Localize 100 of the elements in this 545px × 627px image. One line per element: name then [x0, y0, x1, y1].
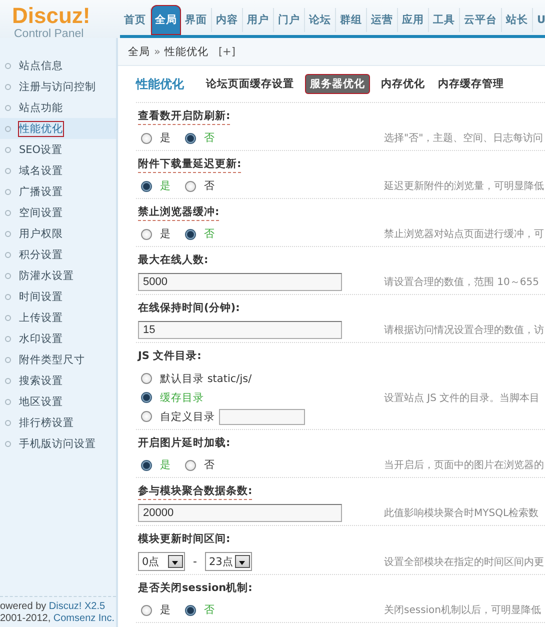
breadcrumb-item[interactable]: 全局 [128, 44, 150, 58]
sidebar-item[interactable]: 积分设置 [18, 246, 64, 262]
setting-label: 附件下载量延迟更新: [138, 157, 242, 173]
dropdown[interactable]: 0点 [138, 552, 185, 571]
nav-tab[interactable]: 界面 [181, 8, 212, 32]
setting-hint: 此值影响模块聚合时MYSQL检索数 [384, 506, 540, 520]
sidebar-item[interactable]: 域名设置 [18, 162, 64, 178]
bullet-icon [5, 126, 11, 132]
nav-tab[interactable]: 云平台 [460, 8, 502, 32]
setting-hint: 设置站点 JS 文件的目录。当脚本目 [384, 392, 541, 404]
setting-label: 参与模块聚合数据条数: [138, 484, 252, 500]
nav-tab[interactable]: 论坛 [305, 8, 336, 32]
nav-tab[interactable]: 群组 [336, 8, 367, 32]
nav-tab[interactable]: 门户 [274, 8, 305, 32]
sidebar-item[interactable]: 防灌水设置 [18, 268, 75, 284]
setting-label: 开启图片延时加载: [138, 436, 230, 451]
bullet-icon [5, 62, 11, 68]
sidebar-item[interactable]: 站点信息 [18, 58, 64, 74]
footer-text: owered by Discuz! X2.5 [0, 601, 106, 613]
sidebar-item[interactable]: 注册与访问控制 [18, 78, 97, 94]
setting-label: 模块更新时间区间: [138, 532, 230, 547]
nav-tab[interactable]: 站长 [502, 8, 533, 32]
footer-link[interactable]: Comsenz Inc. [53, 613, 115, 624]
sub-tab[interactable]: 论坛页面缓存设置 [204, 74, 296, 94]
radio-button[interactable] [185, 228, 196, 240]
bullet-icon [5, 188, 11, 194]
setting-hint: 请根据访问情况设置合理的数值，访 [384, 324, 544, 337]
sidebar-item[interactable]: 附件类型尺寸 [18, 352, 86, 368]
sidebar-item[interactable]: SEO设置 [18, 142, 64, 158]
radio-button[interactable] [141, 373, 152, 384]
page-title: 性能优化 [136, 76, 184, 92]
option-label: 是 [160, 179, 171, 193]
bullet-icon [5, 420, 11, 426]
sidebar-item[interactable]: 排行榜设置 [18, 414, 75, 430]
sidebar-item[interactable]: 地区设置 [18, 394, 64, 410]
bullet-icon [5, 230, 11, 236]
nav-tab[interactable]: 运营 [367, 8, 398, 32]
nav-tab[interactable]: U [533, 8, 545, 32]
nav-tab[interactable]: 应用 [398, 8, 429, 32]
bullet-icon [5, 210, 11, 216]
radio-button[interactable] [141, 392, 152, 403]
setting-label: 查看数开启防刷新: [138, 109, 230, 125]
setting-label: 是否关闭session机制: [138, 581, 252, 596]
option-label: 否 [204, 179, 215, 193]
add-shortcut-link[interactable]: [+] [218, 46, 236, 58]
sub-tab[interactable]: 服务器优化 [305, 74, 370, 94]
sidebar-item[interactable]: 站点功能 [18, 100, 64, 116]
input-field[interactable]: 20000 [138, 504, 342, 522]
option-label: 默认目录 static/js/ [160, 372, 252, 386]
sidebar-item[interactable]: 搜索设置 [18, 372, 64, 388]
radio-button[interactable] [185, 460, 196, 470]
sidebar-item[interactable]: 手机版访问设置 [18, 436, 97, 452]
sidebar-item[interactable]: 用户权限 [18, 226, 64, 242]
bullet-icon [5, 378, 11, 384]
sidebar-item[interactable]: 水印设置 [18, 330, 64, 346]
radio-button[interactable] [141, 180, 152, 192]
sidebar-item[interactable]: 空间设置 [18, 204, 64, 220]
input-field[interactable] [219, 408, 305, 424]
footer-link[interactable]: Discuz! X2.5 [48, 601, 106, 612]
setting-label: 禁止浏览器缓冲: [138, 205, 220, 221]
nav-tab[interactable]: 用户 [243, 8, 274, 32]
logo-subtitle: Control Panel [14, 28, 84, 40]
radio-button[interactable] [185, 604, 196, 616]
setting-label: 在线保持时间(分钟): [138, 301, 240, 316]
option-label: 否 [204, 131, 215, 145]
option-label: 自定义目录 [160, 410, 215, 424]
setting-hint: 设置全部模块在指定的时间区间内更 [384, 556, 544, 568]
bullet-icon [5, 84, 11, 90]
input-field[interactable]: 15 [138, 321, 342, 339]
setting-hint: 选择"否"，主题、空间、日志每访问 [384, 132, 544, 145]
sub-tab[interactable]: 内存缓存管理 [436, 74, 506, 94]
nav-tab[interactable]: 全局 [151, 5, 181, 35]
radio-button[interactable] [141, 604, 152, 616]
input-field[interactable]: 5000 [138, 273, 342, 291]
setting-hint: 延迟更新附件的浏览量，可明显降低 [384, 180, 544, 193]
sub-tab[interactable]: 内存优化 [379, 74, 427, 94]
bullet-icon [5, 168, 11, 174]
bullet-icon [5, 294, 11, 300]
sidebar-item[interactable]: 上传设置 [18, 310, 64, 326]
setting-label: 最大在线人数: [138, 253, 208, 268]
radio-button[interactable] [185, 180, 196, 192]
setting-hint: 禁止浏览器对站点页面进行缓冲，可 [384, 228, 544, 241]
nav-tab[interactable]: 内容 [212, 8, 243, 32]
bullet-icon [5, 336, 11, 342]
sidebar-item[interactable]: 时间设置 [18, 288, 64, 304]
option-label: 否 [204, 458, 215, 472]
sidebar-item[interactable]: 广播设置 [18, 184, 64, 200]
radio-button[interactable] [141, 460, 152, 470]
breadcrumb-item[interactable]: 性能优化 [164, 44, 208, 58]
radio-button[interactable] [141, 132, 152, 144]
sidebar-item[interactable]: 性能优化 [18, 120, 64, 136]
logo: Discuz! [12, 6, 90, 26]
range-separator: - [193, 555, 197, 568]
radio-button[interactable] [185, 132, 196, 144]
dropdown[interactable]: 23点 [204, 552, 252, 571]
setting-label: JS 文件目录: [138, 349, 202, 364]
nav-tab[interactable]: 工具 [429, 8, 460, 32]
option-label: 否 [204, 603, 215, 617]
radio-button[interactable] [141, 411, 152, 422]
radio-button[interactable] [141, 228, 152, 240]
